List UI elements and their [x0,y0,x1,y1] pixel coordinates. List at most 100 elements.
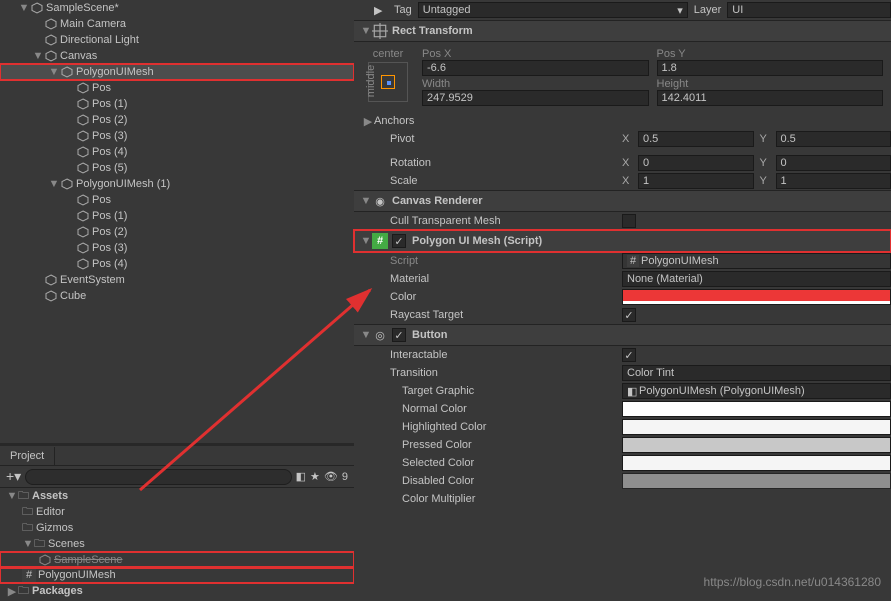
hierarchy-item[interactable]: Directional Light [0,32,354,48]
tag-dropdown[interactable]: Untagged▾ [418,2,688,18]
folder-item[interactable]: 🗀Editor [0,504,354,520]
component-enabled-checkbox[interactable]: ✓ [392,234,406,248]
selected-color-field[interactable] [622,455,891,471]
hierarchy-item[interactable]: Pos (3) [0,128,354,144]
favorite-icon[interactable]: ★ [310,470,320,483]
scale-y[interactable]: 1 [776,173,891,189]
target-field[interactable]: ◧PolygonUIMesh (PolygonUIMesh) [622,383,891,399]
hierarchy-item[interactable]: Pos (4) [0,256,354,272]
hierarchy-item-selected[interactable]: ▼PolygonUIMesh [0,64,354,80]
chevron-down-icon[interactable]: ▼ [360,235,372,247]
button-header[interactable]: ▼ ◎ ✓ Button [354,324,891,346]
material-field[interactable]: None (Material) [622,271,891,287]
target-label: Target Graphic [362,385,622,397]
pressed-color-field[interactable] [622,437,891,453]
cube-icon [44,289,58,303]
rot-y[interactable]: 0 [776,155,891,171]
highlight-color-field[interactable] [622,419,891,435]
posy-field[interactable]: 1.8 [657,60,884,76]
script-field: #PolygonUIMesh [622,253,891,269]
hierarchy-item[interactable]: Pos (1) [0,208,354,224]
rect-title: Rect Transform [392,25,473,37]
cube-icon [76,97,90,111]
chevron-down-icon[interactable]: ▼ [32,50,44,62]
chevron-down-icon[interactable]: ▼ [48,178,60,190]
cull-checkbox[interactable] [622,214,636,228]
hierarchy-item[interactable]: ▼PolygonUIMesh (1) [0,176,354,192]
rot-x[interactable]: 0 [638,155,754,171]
disabled-color-label: Disabled Color [362,475,622,487]
hierarchy-item[interactable]: Main Camera [0,16,354,32]
chevron-down-icon[interactable]: ▼ [360,25,372,37]
visibility-icon[interactable]: 👁 [324,470,338,483]
filter-icon[interactable]: ◧ [296,470,306,483]
project-search[interactable] [25,469,291,485]
layer-label: Layer [694,4,722,16]
hierarchy-item[interactable]: Pos [0,192,354,208]
hierarchy-item[interactable]: Pos (4) [0,144,354,160]
packages-folder[interactable]: ▶🗀Packages [0,583,354,599]
script-icon: # [372,233,388,249]
cube-icon [76,241,90,255]
hierarchy-item[interactable]: Pos (2) [0,224,354,240]
chevron-down-icon: ▾ [677,4,683,17]
cube-icon [76,193,90,207]
raycast-checkbox[interactable]: ✓ [622,308,636,322]
rect-transform-header[interactable]: ▼ Rect Transform [354,20,891,42]
add-icon[interactable]: +▾ [6,468,21,485]
chevron-down-icon[interactable]: ▼ [18,2,30,14]
scene-icon [38,553,52,567]
folder-item[interactable]: 🗀Gizmos [0,520,354,536]
chevron-down-icon[interactable]: ▼ [360,195,372,207]
posx-field[interactable]: -6.6 [422,60,649,76]
multiplier-label: Color Multiplier [362,493,622,505]
disabled-color-field[interactable] [622,473,891,489]
scene-root[interactable]: ▼ SampleScene* [0,0,354,16]
chevron-right-icon[interactable]: ▶ [362,115,374,128]
width-field[interactable]: 247.9529 [422,90,649,106]
hierarchy-item[interactable]: Pos (1) [0,96,354,112]
polygon-ui-mesh-header[interactable]: ▼ # ✓ Polygon UI Mesh (Script) [354,230,891,252]
project-toolbar: +▾ ◧ ★ 👁9 [0,466,354,488]
hierarchy-item[interactable]: Pos [0,80,354,96]
hierarchy-item[interactable]: Pos (3) [0,240,354,256]
assets-folder[interactable]: ▼🗀Assets [0,488,354,504]
script-icon: # [22,568,36,582]
hierarchy-item[interactable]: Pos (2) [0,112,354,128]
scene-file[interactable]: SampleScene [0,552,354,568]
hierarchy-item[interactable]: EventSystem [0,272,354,288]
scale-x[interactable]: 1 [638,173,754,189]
project-tab[interactable]: Project [0,447,55,465]
anchor-preset-button[interactable]: middle [368,62,408,102]
cube-icon [76,129,90,143]
script-label: Script [362,255,622,267]
canvas-renderer-header[interactable]: ▼ ◉ Canvas Renderer [354,190,891,212]
script-file[interactable]: #PolygonUIMesh [0,567,354,583]
hierarchy-item[interactable]: Cube [0,288,354,304]
button-title: Button [412,329,447,341]
pivot-x[interactable]: 0.5 [638,131,754,147]
raycast-label: Raycast Target [362,309,622,321]
color-field[interactable] [622,289,891,305]
layer-dropdown[interactable]: UI [727,2,891,18]
chevron-down-icon[interactable]: ▼ [360,329,372,341]
height-field[interactable]: 142.4011 [657,90,884,106]
transition-dropdown[interactable]: Color Tint [622,365,891,381]
component-enabled-checkbox[interactable]: ✓ [392,328,406,342]
folder-icon: 🗀 [34,535,48,554]
normal-color-field[interactable] [622,401,891,417]
folder-item[interactable]: ▼🗀Scenes [0,536,354,552]
project-tabs: Project [0,446,354,466]
scene-name: SampleScene* [46,2,119,14]
hierarchy-item[interactable]: ▼Canvas [0,48,354,64]
script-icon: # [627,255,639,267]
cube-icon [44,49,58,63]
scene-icon [30,1,44,15]
arrow-icon[interactable]: ▶ [374,4,388,17]
hierarchy-item[interactable]: Pos (5) [0,160,354,176]
cube-icon [60,177,74,191]
canvas-title: Canvas Renderer [392,195,483,207]
interactable-checkbox[interactable]: ✓ [622,348,636,362]
chevron-down-icon[interactable]: ▼ [48,66,60,78]
pivot-y[interactable]: 0.5 [776,131,891,147]
